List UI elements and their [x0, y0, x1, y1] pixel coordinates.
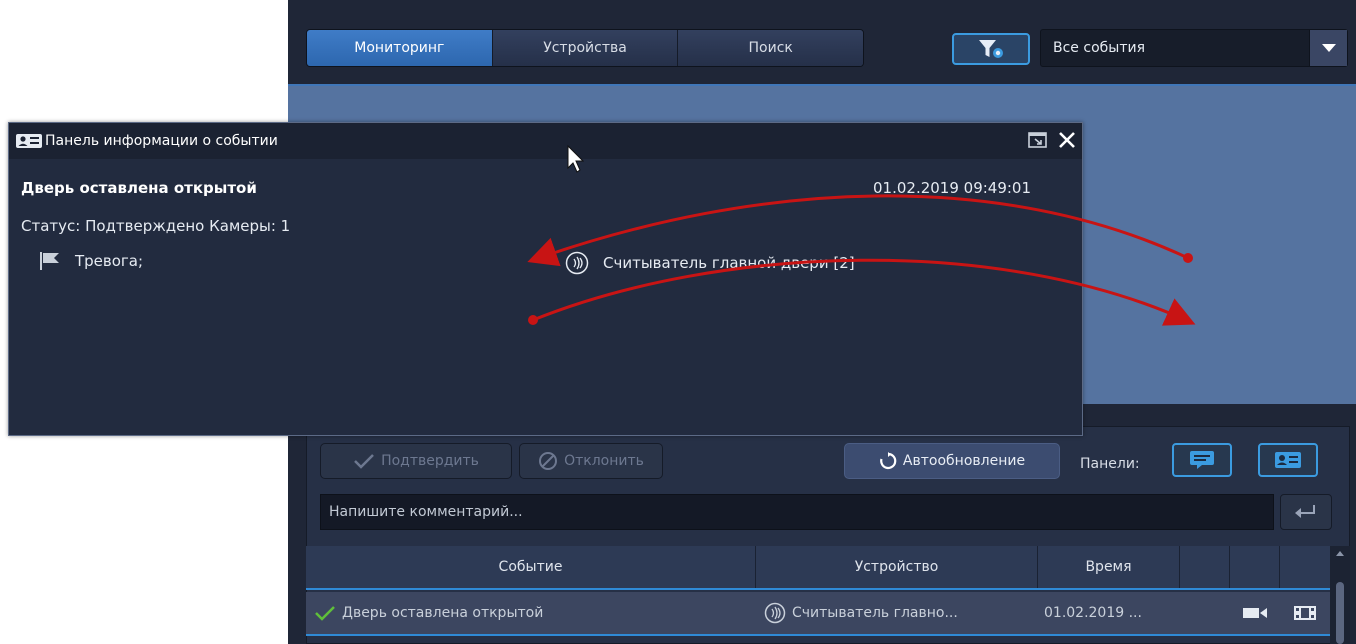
event-info-titlebar[interactable]: Панель информации о событии: [9, 123, 1082, 159]
scrollbar-thumb[interactable]: [1336, 582, 1344, 644]
event-name: Дверь оставлена открытой: [21, 179, 257, 197]
tab-monitoring[interactable]: Мониторинг: [307, 30, 493, 66]
flag-icon: [40, 252, 59, 270]
event-flag-label: Тревога;: [75, 252, 144, 270]
camera-icon[interactable]: [1242, 606, 1268, 620]
row-time: 01.02.2019 ...: [1044, 605, 1142, 621]
autoupdate-button[interactable]: Автообновление: [844, 443, 1060, 479]
event-device: Считыватель главной двери [2]: [565, 251, 855, 275]
top-toolbar: Мониторинг Устройства Поиск Все события: [288, 0, 1356, 84]
panels-label: Панели:: [1080, 456, 1140, 472]
send-comment-button[interactable]: [1280, 494, 1332, 530]
table-row[interactable]: Дверь оставлена открытой Считыватель гла…: [306, 592, 1330, 636]
event-type-select[interactable]: Все события: [1040, 29, 1348, 67]
check-icon: [354, 454, 374, 469]
confirm-button[interactable]: Подтвердить: [320, 443, 512, 479]
table-scrollbar[interactable]: [1330, 546, 1350, 644]
column-extra-3[interactable]: [1280, 546, 1330, 588]
reject-icon: [539, 452, 558, 470]
event-status: Статус: Подтверждено Камеры: 1: [21, 217, 291, 235]
row-film-cell: [1280, 592, 1330, 634]
event-filter-button[interactable]: [952, 33, 1030, 65]
reject-label: Отклонить: [564, 453, 644, 469]
row-camera-cell: [1230, 592, 1280, 634]
row-extra-cell: [1180, 592, 1230, 634]
id-card-icon: [1275, 452, 1301, 468]
enter-icon: [1295, 505, 1315, 518]
comment-input[interactable]: Напишите комментарий...: [320, 494, 1274, 530]
event-time: 01.02.2019 09:49:01: [873, 179, 1032, 197]
filter-settings-icon: [979, 40, 1003, 58]
main-tabs: Мониторинг Устройства Поиск: [306, 29, 864, 67]
check-icon: [315, 606, 335, 621]
reader-icon: [764, 602, 786, 624]
column-extra-1[interactable]: [1180, 546, 1230, 588]
comment-panel-toggle[interactable]: [1172, 443, 1232, 477]
event-type-value: Все события: [1053, 40, 1145, 56]
titlebar-controls: [1028, 131, 1076, 149]
event-device-label: Считыватель главной двери [2]: [603, 254, 855, 272]
events-table-header: Событие Устройство Время: [306, 546, 1330, 590]
info-panel-toggle[interactable]: [1258, 443, 1318, 477]
row-event: Дверь оставлена открытой: [342, 605, 544, 621]
scroll-up-icon[interactable]: [1330, 546, 1350, 560]
film-icon[interactable]: [1293, 605, 1317, 621]
row-device-cell: Считыватель главно...: [756, 592, 1038, 634]
row-time-cell: 01.02.2019 ...: [1038, 592, 1180, 634]
column-device[interactable]: Устройство: [756, 546, 1038, 588]
id-card-icon: [16, 134, 42, 148]
column-event[interactable]: Событие: [306, 546, 756, 588]
comment-placeholder: Напишите комментарий...: [329, 504, 523, 520]
event-info-title: Панель информации о событии: [45, 133, 278, 149]
row-device: Считыватель главно...: [792, 605, 958, 621]
dropdown-arrow-icon[interactable]: [1309, 30, 1347, 66]
chat-icon: [1190, 451, 1214, 469]
reject-button[interactable]: Отклонить: [519, 443, 663, 479]
close-icon[interactable]: [1058, 131, 1076, 149]
row-event-cell: Дверь оставлена открытой: [306, 592, 756, 634]
tab-devices[interactable]: Устройства: [492, 30, 679, 66]
column-extra-2[interactable]: [1230, 546, 1280, 588]
refresh-icon: [880, 452, 897, 470]
autoupdate-label: Автообновление: [902, 453, 1026, 469]
confirm-label: Подтвердить: [381, 453, 479, 469]
reader-icon: [565, 251, 589, 275]
event-flag: Тревога;: [39, 251, 143, 271]
event-info-panel: Панель информации о событии Дверь оставл…: [8, 122, 1083, 436]
tab-search[interactable]: Поиск: [678, 30, 863, 66]
popout-icon[interactable]: [1028, 131, 1048, 149]
column-time[interactable]: Время: [1038, 546, 1180, 588]
